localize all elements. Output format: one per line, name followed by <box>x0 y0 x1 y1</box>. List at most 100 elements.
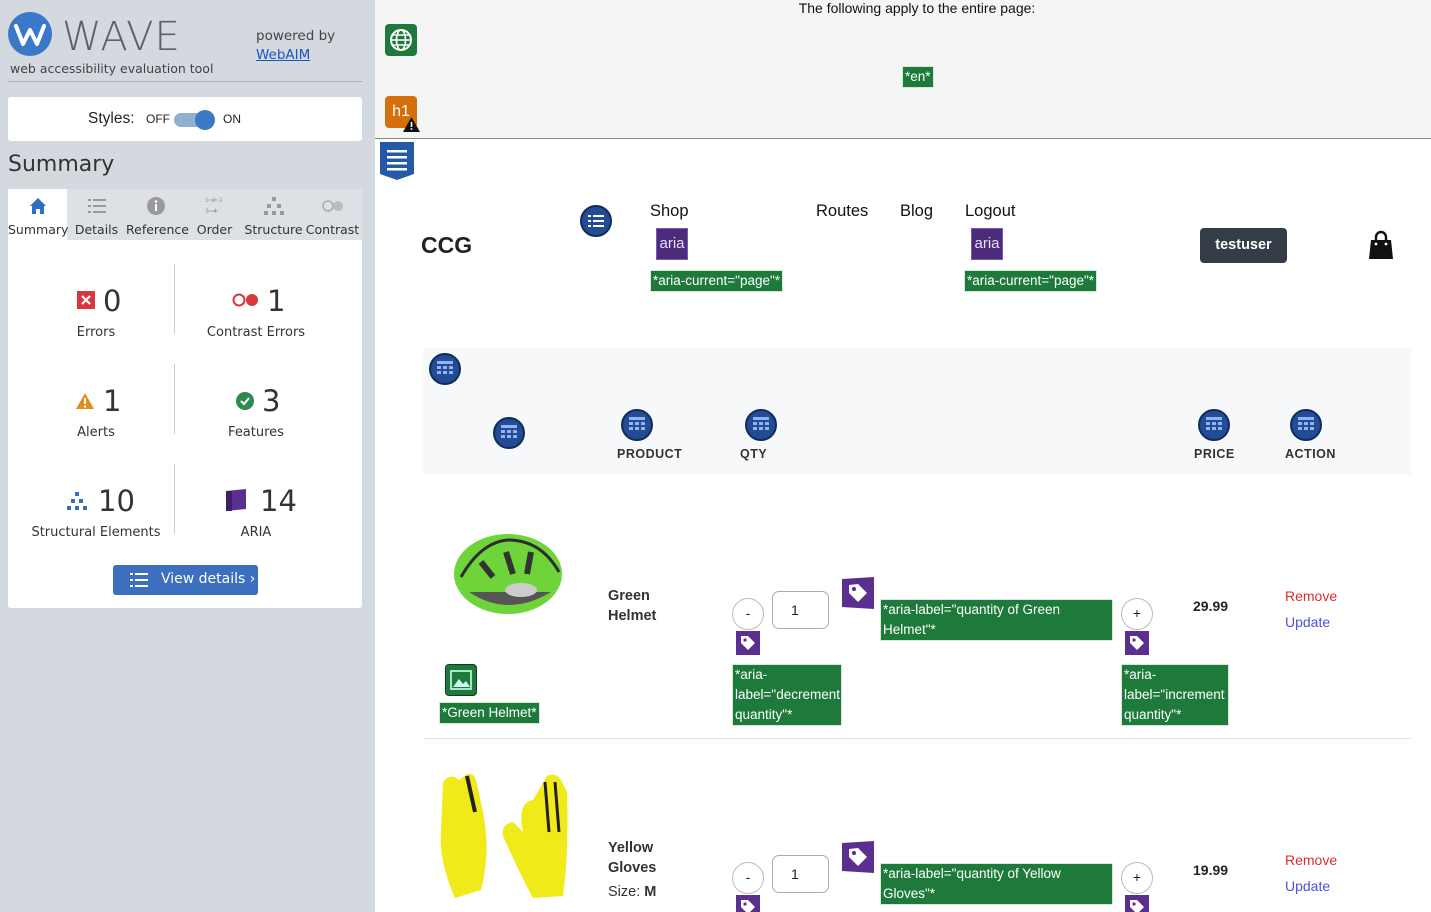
header-landmark-icon[interactable] <box>380 142 414 180</box>
summary-panel: 0 Errors 1 Contrast Errors 1 Alerts 3 Fe… <box>8 240 362 608</box>
aria-label-icon[interactable] <box>1125 895 1149 912</box>
document-level-area: The following apply to the entire page: … <box>375 0 1431 139</box>
header-action: ACTION <box>1285 447 1336 461</box>
tab-contrast[interactable]: Contrast <box>303 189 362 240</box>
aria-label-icon[interactable] <box>1125 631 1149 655</box>
shopping-bag-icon[interactable] <box>1367 230 1395 260</box>
aria-label: ARIA <box>240 525 272 540</box>
svg-text:1: 1 <box>205 197 209 204</box>
product-price: 29.99 <box>1193 598 1229 614</box>
styles-on-label: ON <box>223 112 241 126</box>
column-header-icon[interactable] <box>745 409 777 441</box>
alert-icon <box>76 393 94 409</box>
contrast-icon <box>322 200 343 212</box>
tab-order[interactable]: 12234 Order <box>185 189 244 240</box>
tab-structure[interactable]: Structure <box>244 189 303 240</box>
tab-label: Summary <box>8 222 69 237</box>
increment-button[interactable]: + <box>1121 598 1153 630</box>
aria-count: 14 <box>260 484 297 518</box>
document-note: The following apply to the entire page: <box>798 0 1036 16</box>
aria-icon <box>226 489 246 511</box>
aria-icon[interactable]: aria <box>656 228 688 260</box>
feature-icon <box>236 392 254 410</box>
tab-label: Order <box>196 222 233 237</box>
list-icon <box>130 573 148 587</box>
list-icon <box>88 199 106 213</box>
table-header <box>423 348 1411 474</box>
column-header-icon[interactable] <box>1198 409 1230 441</box>
divider <box>174 264 175 334</box>
user-menu-button[interactable]: testuser <box>1200 228 1287 263</box>
error-icon <box>77 291 95 309</box>
contrast-error-icon <box>232 293 258 307</box>
alerts-count: 1 <box>103 384 122 418</box>
yellow-gloves-image <box>440 773 568 898</box>
column-header-icon[interactable] <box>493 417 525 449</box>
remove-link[interactable]: Remove <box>1285 588 1337 604</box>
wave-tagline: web accessibility evaluation tool <box>10 61 214 76</box>
divider <box>174 464 175 534</box>
decrement-button[interactable]: - <box>732 862 764 894</box>
powered-by-text: powered by <box>256 28 336 44</box>
wave-title: WAVE <box>62 14 181 60</box>
decrement-button[interactable]: - <box>732 598 764 630</box>
nav-blog[interactable]: Blog <box>900 202 933 221</box>
aria-label-icon[interactable] <box>841 840 875 874</box>
quantity-input[interactable]: 1 <box>772 591 829 629</box>
svg-text:4: 4 <box>213 208 217 215</box>
column-header-icon[interactable] <box>1290 409 1322 441</box>
alt-text-tag: *Green Helmet* <box>439 702 540 724</box>
alt-text-image-icon[interactable] <box>445 664 477 696</box>
info-icon <box>147 197 165 215</box>
brand-logo[interactable]: CCG <box>421 232 472 259</box>
webaim-link[interactable]: WebAIM <box>256 47 310 63</box>
wave-logo-icon <box>8 12 52 56</box>
quantity-aria-label-tag: *aria-label="quantity of Green Helmet"* <box>880 599 1113 641</box>
tab-details[interactable]: Details <box>67 189 126 240</box>
size-label: Size: <box>608 884 641 900</box>
quantity-input[interactable]: 1 <box>772 855 829 893</box>
update-link[interactable]: Update <box>1285 614 1330 630</box>
language-globe-icon[interactable] <box>385 24 417 56</box>
errors-count: 0 <box>103 284 122 318</box>
list-structure-icon[interactable] <box>580 205 612 237</box>
styles-toggle-knob[interactable] <box>195 110 215 130</box>
header-price: PRICE <box>1194 447 1235 461</box>
contrast-label: Contrast Errors <box>206 325 306 340</box>
features-count: 3 <box>262 384 281 418</box>
structure-icon <box>264 197 284 215</box>
alert-warning-icon <box>403 117 420 132</box>
product-price: 19.99 <box>1193 862 1229 878</box>
errors-label: Errors <box>76 325 116 340</box>
view-details-button[interactable]: View details › <box>113 565 258 595</box>
divider <box>174 364 175 434</box>
structural-label: Structural Elements <box>31 525 161 540</box>
svg-text:3: 3 <box>205 208 209 215</box>
tab-reference[interactable]: Reference <box>126 189 189 240</box>
remove-link[interactable]: Remove <box>1285 852 1337 868</box>
alerts-label: Alerts <box>77 425 115 440</box>
evaluated-page: The following apply to the entire page: … <box>375 0 1431 912</box>
tab-label: Details <box>74 222 119 237</box>
update-link[interactable]: Update <box>1285 878 1330 894</box>
nav-shop[interactable]: Shop <box>650 202 689 221</box>
column-header-icon[interactable] <box>621 409 653 441</box>
aria-current-tag: *aria-current="page"* <box>964 270 1098 292</box>
table-icon[interactable] <box>429 353 461 385</box>
tab-summary[interactable]: Summary <box>8 189 69 240</box>
aria-label-icon[interactable] <box>736 895 760 912</box>
nav-routes[interactable]: Routes <box>816 202 868 221</box>
product-name: Yellow Gloves <box>608 840 657 876</box>
svg-text:2: 2 <box>212 197 216 204</box>
aria-icon[interactable]: aria <box>971 228 1003 260</box>
increment-aria-label-tag: *aria-label="increment quantity"* <box>1121 664 1229 726</box>
product-size: Size: M <box>608 884 656 900</box>
aria-label-icon[interactable] <box>841 576 875 610</box>
tab-label: Reference <box>126 222 189 237</box>
increment-button[interactable]: + <box>1121 862 1153 894</box>
contrast-count: 1 <box>267 284 286 318</box>
summary-heading: Summary <box>8 152 115 177</box>
aria-label-icon[interactable] <box>736 631 760 655</box>
decrement-aria-label-tag: *aria-label="decrement quantity"* <box>732 664 842 726</box>
nav-logout[interactable]: Logout <box>965 202 1015 221</box>
